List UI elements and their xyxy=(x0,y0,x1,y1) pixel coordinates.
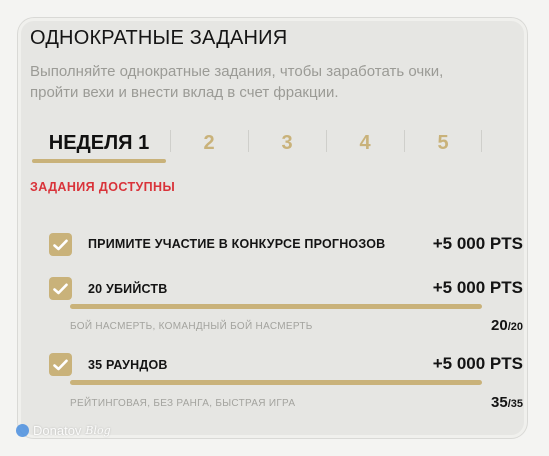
task-progress-fill xyxy=(70,304,482,309)
tab-week-3[interactable]: 3 xyxy=(248,123,326,163)
task-title: 20 УБИЙСТВ xyxy=(88,282,168,296)
page-title: ОДНОКРАТНЫЕ ЗАДАНИЯ xyxy=(30,27,288,49)
task-points: +5 000 PTS xyxy=(432,234,523,253)
task-title: ПРИМИТЕ УЧАСТИЕ В КОНКУРСЕ ПРОГНОЗОВ xyxy=(88,237,386,251)
logo-icon xyxy=(16,424,29,437)
tab-week-4[interactable]: 4 xyxy=(326,123,404,163)
task-count: 20/20 xyxy=(491,317,523,334)
task-count-total: /20 xyxy=(507,321,523,333)
task-progress-bar xyxy=(70,304,482,309)
tab-divider xyxy=(481,130,482,152)
checkmark-icon xyxy=(53,359,68,370)
task-checkbox[interactable] xyxy=(49,277,72,300)
checkmark-icon xyxy=(53,283,68,294)
task-checkbox[interactable] xyxy=(49,353,72,376)
checkmark-icon xyxy=(53,239,68,250)
task-modes: БОЙ НАСМЕРТЬ, КОМАНДНЫЙ БОЙ НАСМЕРТЬ xyxy=(70,321,313,332)
tab-week-2[interactable]: 2 xyxy=(170,123,248,163)
week-tabs: НЕДЕЛЯ 1 2 3 4 5 xyxy=(30,123,482,163)
active-tab-indicator xyxy=(32,159,166,163)
task-points: +5 000 PTS xyxy=(432,354,523,373)
section-label-available: ЗАДАНИЯ ДОСТУПНЫ xyxy=(30,180,176,194)
task-count-total: /35 xyxy=(507,398,523,410)
task-title: 35 РАУНДОВ xyxy=(88,358,168,372)
task-points: +5 000 PTS xyxy=(432,278,523,297)
task-count-value: 20 xyxy=(491,317,508,334)
watermark: Donatov Blog xyxy=(16,423,111,438)
tab-week-5[interactable]: 5 xyxy=(404,123,482,163)
task-modes: РЕЙТИНГОВАЯ, БЕЗ РАНГА, БЫСТРАЯ ИГРА xyxy=(70,398,296,409)
task-checkbox[interactable] xyxy=(49,233,72,256)
tab-week-1[interactable]: НЕДЕЛЯ 1 xyxy=(32,123,166,163)
task-count: 35/35 xyxy=(491,394,523,411)
watermark-suffix: Blog xyxy=(85,424,111,437)
page-subtitle: Выполняйте однократные задания, чтобы за… xyxy=(30,63,444,101)
task-progress-fill xyxy=(70,380,482,385)
task-progress-bar xyxy=(70,380,482,385)
task-count-value: 35 xyxy=(491,394,508,411)
watermark-name: Donatov xyxy=(33,423,82,438)
